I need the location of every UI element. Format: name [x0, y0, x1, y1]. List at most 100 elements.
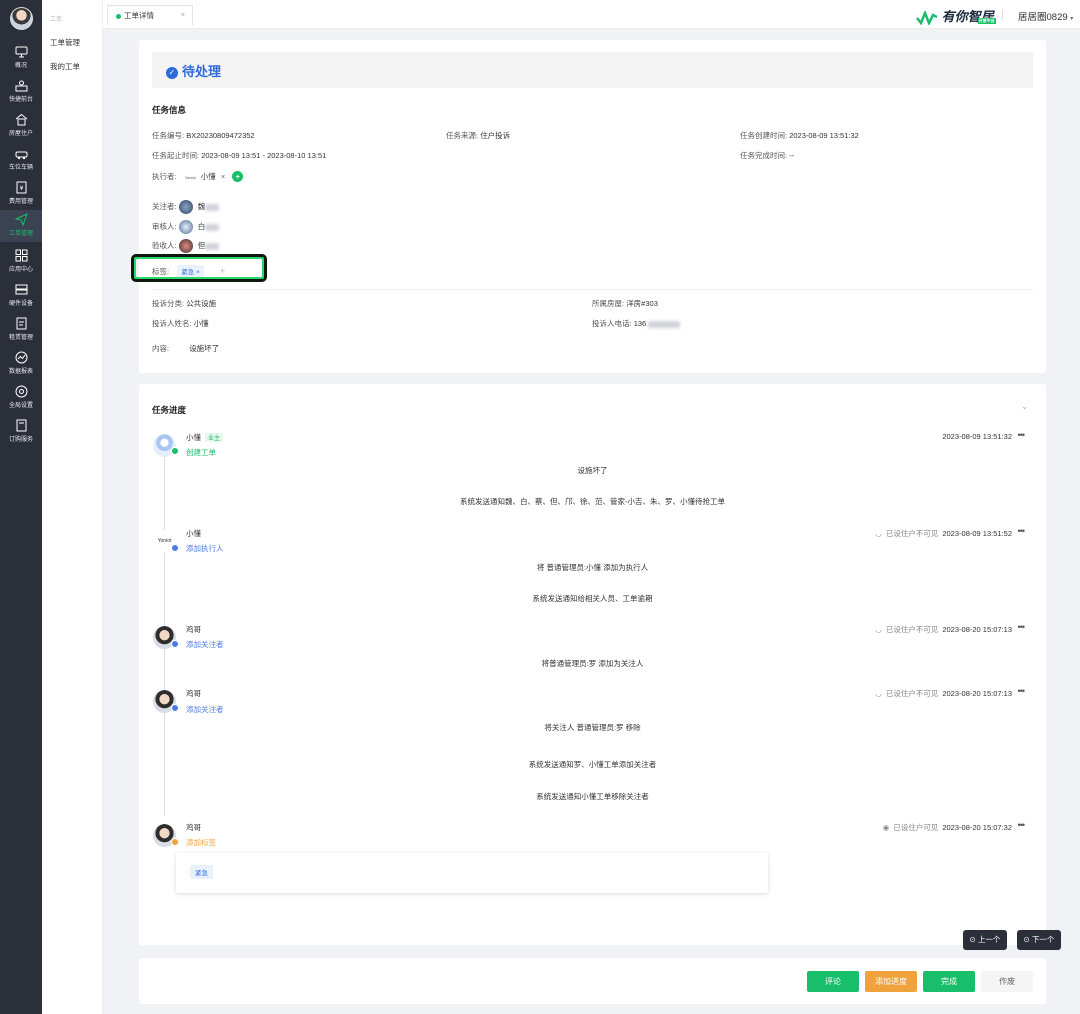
sidebar-item-6[interactable]: 应用中心 [0, 246, 42, 278]
more-icon[interactable]: ••• [1018, 686, 1026, 696]
task-created-label: 任务创建时间: [740, 131, 788, 140]
more-icon[interactable]: ••• [1018, 430, 1026, 440]
task-source-value: 住户投诉 [480, 131, 511, 140]
room-label: 所属房屋: [592, 299, 625, 308]
monitor-icon [15, 46, 27, 58]
sidebar-item-label: 租赁管理 [8, 335, 33, 341]
sidebar-item-4[interactable]: ¥ 费用管理 [0, 178, 42, 210]
phone-field: 投诉人电话: 136 [592, 318, 681, 329]
event-time: 2023-08-09 13:51:52 [942, 529, 1012, 538]
event-message: 将普通管理员:罗 添加为关注人 [541, 659, 644, 668]
task-id-field: 任务编号: BX20230809472352 [152, 130, 255, 141]
tab-order-detail[interactable]: 工单详情 × [107, 5, 193, 25]
lease-icon [16, 317, 26, 330]
acceptor-avatar [178, 239, 193, 253]
event-action: 添加执行人 [186, 544, 224, 553]
task-period-value: 2023-08-09 13:51 - 2023-08-10 13:51 [201, 151, 327, 160]
sidebar-item-label: 硬件设备 [8, 301, 33, 307]
sidebar-item-3[interactable]: 车位车辆 [0, 144, 42, 176]
check-circle-icon: ✓ [166, 67, 178, 79]
tab-label: 工单详情 [124, 11, 154, 20]
visibility-text: 已设住户可见 [893, 823, 939, 832]
sidebar-item-label: 概况 [14, 63, 27, 69]
status-title: ✓ 待处理 [166, 61, 221, 80]
eye-off-icon: ◡ [875, 689, 882, 698]
settings-icon [15, 385, 27, 398]
acceptor-name-blur [205, 242, 220, 250]
event-time: 2023-08-20 15:07:13 [942, 625, 1012, 634]
sidebar-item-11[interactable]: 订购服务 [0, 416, 42, 448]
content-value: 设施坏了 [189, 344, 220, 353]
event-action: 添加标签 [186, 838, 216, 847]
acceptor-label: 验收人: [152, 240, 177, 250]
event-author-name: 小懂 [186, 529, 201, 538]
tab-close-icon[interactable]: × [181, 6, 185, 26]
content-field: 内容: 设施坏了 [152, 343, 219, 354]
next-icon: ⊙ [1023, 935, 1030, 944]
sidebar-item-label: 快捷前台 [8, 97, 33, 103]
collapse-chevron-icon[interactable]: ⌄ [1021, 402, 1028, 411]
category-field: 投诉分类: 公共设施 [152, 298, 216, 309]
user-avatar[interactable] [10, 7, 33, 30]
executor-name: 小懂 [200, 172, 216, 181]
follower-label: 关注者: [152, 201, 177, 211]
event-author-name: 鸡哥 [186, 625, 201, 634]
event-message: 系统发送通知罗、小懂工单添加关注者 [528, 760, 657, 769]
task-source-label: 任务来源: [446, 131, 479, 140]
sidebar-item-0[interactable]: 概况 [0, 42, 42, 74]
tag-event-box: 紧急 [176, 853, 768, 893]
eye-off-icon: ◡ [875, 529, 882, 538]
comment-button[interactable]: 评论 [807, 971, 859, 992]
sidebar-item-8[interactable]: 租赁管理 [0, 314, 42, 346]
sidebar-item-5[interactable]: 工单管理 [0, 210, 42, 242]
tag-event-chip: 紧急 [190, 865, 213, 879]
task-info-heading: 任务信息 [152, 105, 187, 115]
acceptor-name: 但 [197, 240, 206, 250]
sub-nav-item-order-manage[interactable]: 工单管理 [50, 37, 80, 48]
user-menu[interactable]: 居居圈0829 ▾ [1018, 9, 1073, 23]
more-icon[interactable]: ••• [1018, 526, 1026, 536]
sub-nav-item-my-orders[interactable]: 我的工单 [50, 61, 80, 72]
sidebar-item-9[interactable]: 数据报表 [0, 348, 42, 380]
sidebar-item-10[interactable]: 全局设置 [0, 382, 42, 414]
desk-icon [15, 80, 27, 92]
complainant-value: 小懂 [193, 319, 209, 328]
task-finished-label: 任务完成时间: [740, 151, 788, 160]
event-dot [171, 544, 179, 552]
follower-name-blur [205, 203, 220, 211]
event-author-name: 鸡哥 [186, 823, 201, 832]
executor-field: 执行者: Yoniot 小懂 × + [152, 171, 244, 182]
sub-nav-group: 工单 [50, 17, 63, 23]
sub-nav: 工单 工单管理 我的工单 [42, 0, 103, 1014]
sidebar-item-label: 订购服务 [8, 437, 33, 443]
acceptor-field: 验收人: 但 [152, 239, 220, 253]
event-author-name: 鸡哥 [186, 689, 201, 698]
event-message: 系统发送通知魏、白、蔡、但、邝、徐、范、管家-小吉、朱、罗、小懂待抢工单 [460, 497, 725, 506]
complainant-label: 投诉人姓名: [152, 319, 192, 328]
fee-icon: ¥ [16, 181, 26, 194]
brand-logo: 有你智居 开放平台 [916, 6, 996, 26]
event-dot [171, 640, 179, 648]
add-executor-button[interactable]: + [232, 171, 244, 182]
event-meta: ◡ 已设住户不可见 2023-08-09 13:51:52 [875, 528, 1012, 539]
sidebar-item-2[interactable]: 房屋住户 [0, 110, 42, 142]
sidebar-item-label: 应用中心 [8, 267, 33, 273]
void-button[interactable]: 作废 [981, 971, 1033, 992]
sidebar-item-1[interactable]: 快捷前台 [0, 76, 42, 108]
complete-button[interactable]: 完成 [923, 971, 975, 992]
add-progress-button[interactable]: 添加进度 [865, 971, 917, 992]
task-created-field: 任务创建时间: 2023-08-09 13:51:32 [740, 130, 859, 141]
remove-executor-icon[interactable]: × [221, 172, 225, 181]
progress-card: 任务进度 ⌄ 小懂 业主 创建工单 2023-08-09 13:51:32 •••… [139, 384, 1046, 945]
sidebar-item-label: 车位车辆 [8, 165, 33, 171]
more-icon[interactable]: ••• [1018, 622, 1026, 632]
next-button[interactable]: ⊙ 下一个 [1017, 930, 1061, 950]
task-info-card: ✓ 待处理 任务信息 任务编号: BX20230809472352 任务来源: 住… [139, 40, 1046, 373]
more-icon[interactable]: ••• [1018, 820, 1026, 830]
phone-value: 136 [633, 319, 647, 328]
task-created-value: 2023-08-09 13:51:32 [789, 131, 859, 140]
sidebar-item-7[interactable]: 硬件设备 [0, 280, 42, 312]
progress-heading: 任务进度 [152, 405, 187, 415]
sidebar-item-label: 房屋住户 [8, 131, 33, 137]
prev-button[interactable]: ⊙ 上一个 [963, 930, 1007, 950]
